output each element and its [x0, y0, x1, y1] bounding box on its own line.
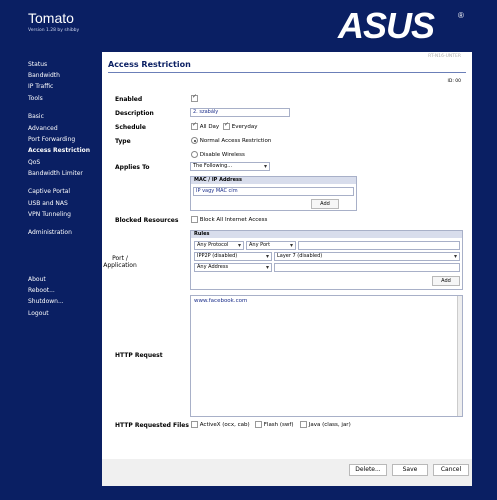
sidebar-item-advanced[interactable]: Advanced	[28, 125, 58, 133]
sidebar-item-access-restriction[interactable]: Access Restriction	[28, 147, 90, 155]
type-wireless-radio[interactable]	[191, 151, 198, 158]
block-all-label: Block All Internet Access	[199, 217, 268, 223]
port-label-line2: Application	[103, 262, 137, 269]
type-label: Type	[115, 138, 131, 145]
port-input[interactable]	[298, 241, 460, 250]
activex-checkbox[interactable]	[191, 421, 198, 428]
title-divider	[108, 72, 466, 73]
schedule-everyday[interactable]: Everyday	[223, 121, 258, 130]
applies-label: Applies To	[115, 164, 150, 171]
schedule-allday[interactable]: All Day	[191, 121, 220, 130]
type-wireless-option[interactable]: Disable Wireless	[191, 151, 245, 158]
type-normal-option[interactable]: Normal Access Restriction	[191, 137, 271, 144]
rules-table: Rules Any Protocol Any Port IPP2P (disab…	[190, 230, 463, 290]
http-request-textarea[interactable]: www.facebook.com	[190, 295, 463, 417]
main-content: RT-N16-UNTER Access Restriction ID: 00 E…	[102, 52, 472, 459]
enabled-checkbox[interactable]	[191, 93, 198, 102]
java-checkbox[interactable]	[300, 421, 307, 428]
everyday-checkbox[interactable]	[223, 121, 230, 130]
protocol-select[interactable]: Any Protocol	[194, 241, 244, 250]
sidebar-item-administration[interactable]: Administration	[28, 229, 72, 237]
ipp2p-select[interactable]: IPP2P (disabled)	[194, 252, 272, 261]
sidebar-item-shutdown[interactable]: Shutdown...	[28, 298, 64, 306]
sidebar-item-basic[interactable]: Basic	[28, 113, 44, 121]
type-normal-label: Normal Access Restriction	[199, 138, 272, 144]
everyday-label: Everyday	[231, 124, 258, 130]
sidebar-item-logout[interactable]: Logout	[28, 310, 49, 318]
sidebar-item-qos[interactable]: QoS	[28, 159, 40, 167]
java-label: Java (class, jar)	[308, 422, 351, 428]
flash-label: Flash (swf)	[263, 422, 294, 428]
sidebar-item-about[interactable]: About	[28, 276, 46, 284]
file-activex-option[interactable]: ActiveX (ocx, cab)	[191, 421, 250, 428]
address-select[interactable]: Any Address	[194, 263, 272, 272]
http-files-label: HTTP Requested Files	[115, 422, 189, 429]
sidebar-item-vpn[interactable]: VPN Tunneling	[28, 211, 71, 219]
description-label: Description	[115, 110, 154, 117]
save-button[interactable]: Save	[392, 464, 428, 476]
asus-logo: ASUS ®	[337, 8, 464, 42]
sidebar-item-status[interactable]: Status	[28, 61, 47, 69]
mac-ip-header: MAC / IP Address	[191, 177, 356, 184]
sidebar-item-usb-nas[interactable]: USB and NAS	[28, 200, 68, 208]
sidebar-item-reboot[interactable]: Reboot...	[28, 287, 55, 295]
sidebar-item-bandwidth[interactable]: Bandwidth	[28, 72, 60, 80]
allday-label: All Day	[199, 124, 220, 130]
file-java-option[interactable]: Java (class, jar)	[300, 421, 351, 428]
logo-trademark: ®	[458, 11, 464, 20]
port-select[interactable]: Any Port	[246, 241, 296, 250]
page-title: Access Restriction	[108, 60, 191, 69]
allday-checkbox[interactable]	[191, 121, 198, 130]
blocked-label: Blocked Resources	[115, 217, 179, 224]
http-request-label: HTTP Request	[115, 352, 163, 359]
block-all-option[interactable]: Block All Internet Access	[191, 216, 267, 223]
http-request-value: www.facebook.com	[194, 298, 248, 304]
enabled-label: Enabled	[115, 96, 143, 103]
sidebar-item-tools[interactable]: Tools	[28, 95, 43, 103]
applies-select[interactable]: The Following...	[190, 162, 270, 171]
flash-checkbox[interactable]	[255, 421, 262, 428]
header: Tomato Version 1.28 by shibby ASUS ®	[0, 0, 497, 50]
logo-text: ASUS	[337, 8, 435, 42]
brand-title: Tomato	[28, 10, 74, 26]
address-input[interactable]	[274, 263, 460, 272]
rule-id: ID: 00	[447, 79, 461, 84]
sidebar-item-bandwidth-limiter[interactable]: Bandwidth Limiter	[28, 170, 83, 178]
port-label-line1: Port /	[112, 255, 128, 262]
type-normal-radio[interactable]	[191, 137, 198, 144]
sidebar-item-ip-traffic[interactable]: IP Traffic	[28, 83, 53, 91]
footer-bar: Delete... Save Cancel	[102, 459, 472, 486]
mac-add-button[interactable]: Add	[311, 199, 339, 209]
port-application-label: Port / Application	[90, 255, 150, 269]
router-model: RT-N16-UNTER	[428, 54, 461, 59]
cancel-button[interactable]: Cancel	[433, 464, 469, 476]
mac-ip-table: MAC / IP Address IP vagy MAC cím Add	[190, 176, 357, 211]
activex-label: ActiveX (ocx, cab)	[199, 422, 250, 428]
file-flash-option[interactable]: Flash (swf)	[255, 421, 294, 428]
description-input[interactable]: 2. szabály	[190, 108, 290, 117]
schedule-label: Schedule	[115, 124, 146, 131]
type-wireless-label: Disable Wireless	[199, 152, 245, 158]
mac-ip-input[interactable]: IP vagy MAC cím	[193, 187, 354, 196]
delete-button[interactable]: Delete...	[349, 464, 387, 476]
http-scrollbar[interactable]	[457, 296, 462, 416]
rules-header: Rules	[191, 231, 462, 238]
rules-add-button[interactable]: Add	[432, 276, 460, 286]
block-all-checkbox[interactable]	[191, 216, 198, 223]
sidebar-item-captive-portal[interactable]: Captive Portal	[28, 188, 70, 196]
version-text: Version 1.28 by shibby	[28, 28, 80, 33]
sidebar-item-port-forwarding[interactable]: Port Forwarding	[28, 136, 75, 144]
layer7-select[interactable]: Layer 7 (disabled)	[274, 252, 460, 261]
